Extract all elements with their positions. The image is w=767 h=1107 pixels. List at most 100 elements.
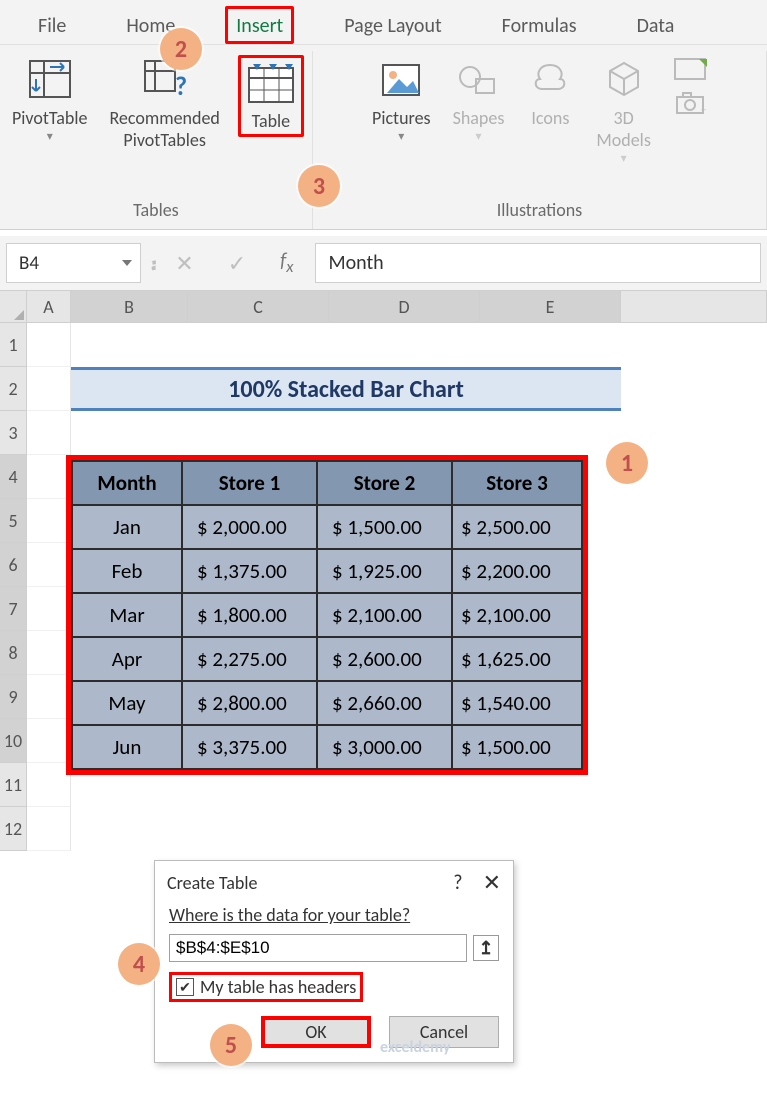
row-header[interactable]: 3 (0, 411, 27, 455)
col-header-b[interactable]: B (71, 291, 188, 322)
cell-store1[interactable]: $ 2,800.00 (182, 681, 317, 725)
pivot-table-button[interactable]: PivotTable ▾ (8, 55, 91, 146)
row-header[interactable]: 7 (0, 587, 27, 631)
3d-models-button[interactable]: 3D Models ▾ (592, 55, 654, 168)
table-button[interactable]: Table (238, 55, 304, 137)
cell-month[interactable]: Mar (72, 593, 182, 637)
shapes-button[interactable]: Shapes ▾ (449, 55, 509, 146)
col-header-a[interactable]: A (27, 291, 71, 322)
tab-data[interactable]: Data (627, 6, 685, 44)
shapes-label: Shapes (453, 107, 505, 129)
ok-button[interactable]: OK (261, 1016, 371, 1048)
recommended-pivot-button[interactable]: ? Recommended PivotTables (105, 55, 223, 153)
cell-store2[interactable]: $ 1,500.00 (317, 505, 452, 549)
name-box[interactable]: B4 (6, 243, 141, 283)
pivot-table-label: PivotTable (12, 107, 87, 129)
3d-models-icon (600, 57, 648, 103)
table-row: Feb$ 1,375.00$ 1,925.00$ 2,200.00 (72, 549, 582, 593)
row-header[interactable]: 9 (0, 675, 27, 719)
cell-store1[interactable]: $ 1,800.00 (182, 593, 317, 637)
step-badge-3: 3 (298, 165, 340, 207)
camera-icon: + (673, 91, 707, 115)
cell-store1[interactable]: $ 1,375.00 (182, 549, 317, 593)
cell-store2[interactable]: $ 3,000.00 (317, 725, 452, 769)
table-row: Jan$ 2,000.00$ 1,500.00$ 2,500.00 (72, 505, 582, 549)
fx-button[interactable]: fx (268, 249, 305, 277)
row-header[interactable]: 8 (0, 631, 27, 675)
chevron-down-icon: ▾ (475, 129, 481, 144)
formula-bar[interactable]: Month (315, 243, 761, 283)
row-header[interactable]: 1 (0, 323, 27, 367)
cell-store2[interactable]: $ 2,660.00 (317, 681, 452, 725)
page-title: 100% Stacked Bar Chart (71, 367, 621, 411)
row-header[interactable]: 5 (0, 499, 27, 543)
cell-month[interactable]: Jan (72, 505, 182, 549)
cell-month[interactable]: May (72, 681, 182, 725)
col-header-rest[interactable] (621, 291, 767, 322)
tab-file[interactable]: File (28, 6, 76, 44)
row-header[interactable]: 2 (0, 367, 27, 411)
cell-month[interactable]: Jun (72, 725, 182, 769)
th-store3: Store 3 (452, 461, 582, 505)
chevron-down-icon: ▾ (621, 151, 627, 166)
icons-label: Icons (531, 107, 569, 129)
row-header[interactable]: 6 (0, 543, 27, 587)
dialog-title: Create Table (167, 872, 257, 894)
data-selection[interactable]: Month Store 1 Store 2 Store 3 Jan$ 2,000… (66, 455, 588, 775)
cell-store3[interactable]: $ 1,625.00 (452, 637, 582, 681)
cell-store3[interactable]: $ 1,500.00 (452, 725, 582, 769)
row-header[interactable]: 4 (0, 455, 27, 499)
cell-store2[interactable]: $ 2,100.00 (317, 593, 452, 637)
step-badge-4: 4 (118, 943, 160, 985)
help-button[interactable]: ? (453, 871, 482, 895)
col-header-e[interactable]: E (480, 291, 621, 322)
icons-button[interactable]: Icons (522, 55, 578, 131)
headers-checkbox-label: My table has headers (200, 976, 356, 998)
tab-formulas[interactable]: Formulas (492, 6, 587, 44)
pictures-icon (377, 57, 425, 103)
tab-page-layout[interactable]: Page Layout (334, 6, 451, 44)
headers-checkbox[interactable]: ✔ (176, 978, 194, 996)
row-header[interactable]: 12 (0, 807, 27, 851)
col-header-d[interactable]: D (329, 291, 480, 322)
create-table-dialog: Create Table ? ✕ Where is the data for y… (154, 860, 514, 1063)
row-headers: 1 2 3 4 5 6 7 8 9 10 11 12 (0, 323, 27, 851)
row-header[interactable]: 10 (0, 719, 27, 763)
col-header-c[interactable]: C (188, 291, 329, 322)
cell-store1[interactable]: $ 3,375.00 (182, 725, 317, 769)
screenshot-icon (673, 57, 707, 81)
svg-text:?: ? (175, 70, 187, 102)
cell-store2[interactable]: $ 2,600.00 (317, 637, 452, 681)
accept-formula-button[interactable]: ✓ (216, 250, 258, 277)
formula-value: Month (328, 251, 383, 275)
cell-store3[interactable]: $ 2,200.00 (452, 549, 582, 593)
close-icon[interactable]: ✕ (483, 869, 501, 896)
range-picker-button[interactable]: ↥ (473, 935, 499, 961)
tables-group-label: Tables (133, 199, 179, 225)
cell-store2[interactable]: $ 1,925.00 (317, 549, 452, 593)
row-header[interactable]: 11 (0, 763, 27, 807)
cell-store3[interactable]: $ 1,540.00 (452, 681, 582, 725)
cell-store1[interactable]: $ 2,000.00 (182, 505, 317, 549)
table-icon (245, 60, 297, 106)
cell-month[interactable]: Apr (72, 637, 182, 681)
dialog-question: Where is the data for your table? (169, 904, 499, 926)
cell-month[interactable]: Feb (72, 549, 182, 593)
pictures-button[interactable]: Pictures ▾ (368, 55, 435, 146)
th-store1: Store 1 (182, 461, 317, 505)
3d-models-label: 3D Models (596, 107, 650, 151)
tab-insert[interactable]: Insert (225, 6, 294, 44)
cell-store3[interactable]: $ 2,100.00 (452, 593, 582, 637)
cell-store1[interactable]: $ 2,275.00 (182, 637, 317, 681)
icons-icon (526, 57, 574, 103)
svg-text:+: + (701, 103, 706, 115)
chevron-down-icon: ▾ (47, 129, 53, 144)
select-all-button[interactable] (0, 291, 27, 322)
illustrations-group-label: Illustrations (497, 199, 583, 225)
cancel-formula-button[interactable]: ✕ (163, 250, 205, 277)
range-input[interactable] (169, 934, 467, 962)
screenshot-button[interactable]: + (669, 55, 711, 121)
cell-store3[interactable]: $ 2,500.00 (452, 505, 582, 549)
chevron-down-icon: ▾ (398, 129, 404, 144)
recommended-pivot-label: Recommended PivotTables (109, 107, 219, 151)
